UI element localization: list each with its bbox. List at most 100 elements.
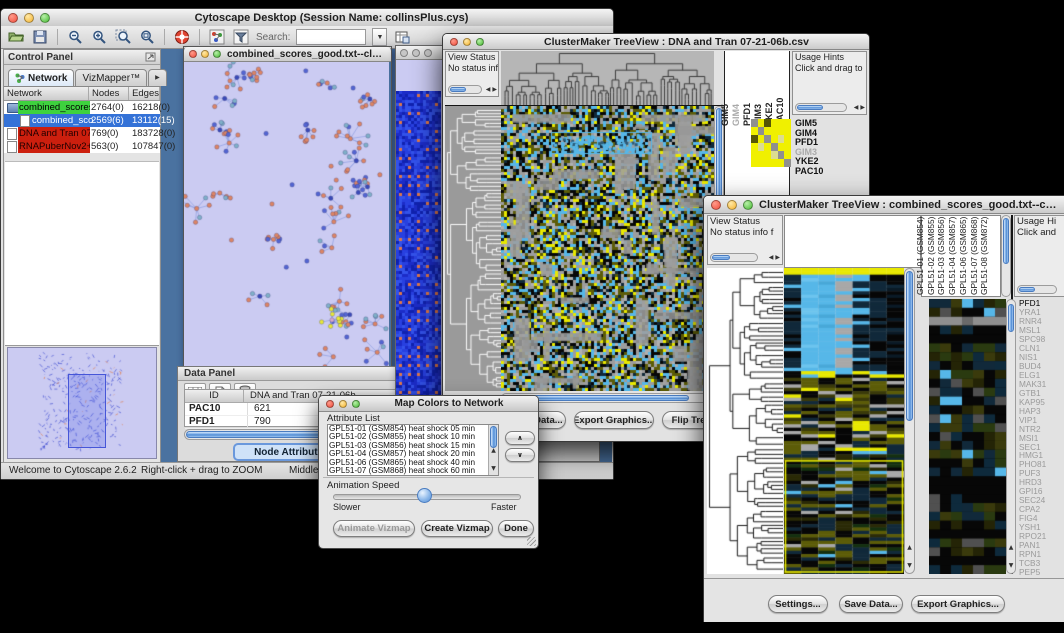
search-dropdown-icon[interactable]: ▼ [372, 28, 387, 46]
heatmap-cell[interactable] [778, 127, 785, 135]
column-header-network[interactable]: Network [4, 87, 89, 100]
network-table-header[interactable]: Network Nodes Edges [4, 87, 160, 101]
heatmap-cell[interactable] [778, 151, 785, 159]
heatmap-cell[interactable] [764, 127, 771, 135]
heatmap-cell[interactable] [778, 143, 785, 151]
minimize-icon[interactable] [201, 50, 209, 58]
network-window-2-title-bar[interactable] [396, 46, 443, 60]
scroll-arrows[interactable]: ▲▼ [1007, 536, 1015, 572]
export-graphics-button[interactable]: Export Graphics... [574, 411, 654, 429]
move-attribute-down-button[interactable]: ∨ [505, 448, 535, 462]
minimize-icon[interactable] [24, 13, 34, 23]
scroll-up-icon[interactable]: ▲ [907, 544, 912, 551]
minimize-icon[interactable] [412, 49, 420, 57]
column-dendrogram-canvas[interactable] [501, 51, 714, 105]
search-input[interactable] [296, 29, 366, 45]
attribute-list[interactable]: GPL51-01 (GSM854) heat shock 05 minGPL51… [327, 424, 499, 476]
heatmap-cell[interactable] [751, 143, 758, 151]
tab-vizmapper[interactable]: VizMapper™ [75, 69, 147, 86]
import-table-icon[interactable] [393, 28, 411, 46]
scroll-arrows[interactable]: ◀▶ [769, 254, 780, 262]
network-tree-row[interactable]: DNA and Tran 07769(0)183728(0) [4, 127, 160, 140]
heatmap-vscrollbar[interactable]: ▲▼ [904, 268, 915, 574]
scroll-arrows[interactable]: ◀▶ [854, 104, 865, 112]
create-vizmap-button[interactable]: Create Vizmap [421, 520, 493, 537]
scroll-left-icon[interactable]: ◀ [769, 254, 774, 262]
column-header-nodes[interactable]: Nodes [89, 87, 129, 100]
save-data-button[interactable]: Save Data... [839, 595, 903, 613]
move-attribute-up-button[interactable]: ∧ [505, 431, 535, 445]
heatmap-cell[interactable] [771, 159, 778, 167]
heatmap-canvas[interactable] [784, 268, 904, 574]
network-window-title-bar[interactable]: combined_scores_good.txt--cluste... [184, 47, 391, 62]
scrollbar-thumb[interactable] [1019, 287, 1035, 292]
scroll-right-icon[interactable]: ▶ [492, 86, 497, 94]
treeview2-title-bar[interactable]: ClusterMaker TreeView : combined_scores_… [704, 196, 1064, 214]
column-header-id[interactable]: ID [185, 390, 244, 402]
heatmap-cell[interactable] [751, 159, 758, 167]
scrollbar-thumb[interactable] [797, 105, 823, 110]
heatmap-cell[interactable] [784, 159, 791, 167]
heatmap-cell[interactable] [771, 143, 778, 151]
scrollbar-thumb[interactable] [712, 255, 730, 260]
open-folder-icon[interactable] [7, 28, 25, 46]
float-panel-icon[interactable] [145, 52, 156, 62]
zoom-window-icon[interactable] [424, 49, 432, 57]
heatmap-cell[interactable] [764, 143, 771, 151]
heatmap-cell[interactable] [751, 135, 758, 143]
scroll-arrows[interactable]: ▲▼ [489, 439, 498, 475]
scroll-right-icon[interactable]: ▶ [775, 254, 780, 262]
row-dendrogram-canvas[interactable] [707, 268, 783, 574]
scroll-down-icon[interactable]: ▼ [1009, 562, 1014, 569]
column-header-edges[interactable]: Edges [129, 87, 160, 100]
network-tree-row[interactable]: combined_scores_2764(0)16218(0) [4, 101, 160, 114]
column-labels-vscrollbar[interactable] [1001, 215, 1011, 297]
save-icon[interactable] [31, 28, 49, 46]
resize-grip[interactable] [527, 537, 536, 546]
heatmap-cell[interactable] [764, 135, 771, 143]
heatmap-cell[interactable] [784, 119, 791, 127]
zoom-window-icon[interactable] [743, 200, 753, 210]
close-icon[interactable] [326, 400, 334, 408]
heatmap-cell[interactable] [778, 135, 785, 143]
usage-hints-hscrollbar[interactable] [1017, 285, 1057, 294]
help-lifering-icon[interactable] [173, 28, 191, 46]
heatmap-cell[interactable] [764, 151, 771, 159]
dialog-title-bar[interactable]: Map Colors to Network [319, 396, 538, 412]
zoom-heatmap-canvas[interactable] [929, 299, 1006, 574]
heatmap-cell[interactable] [771, 151, 778, 159]
heatmap-cell[interactable] [778, 119, 785, 127]
heatmap-canvas[interactable] [501, 106, 714, 391]
tab-network[interactable]: Network [8, 69, 74, 86]
zoom-selected-icon[interactable] [114, 28, 132, 46]
dense-network-canvas[interactable] [396, 91, 441, 427]
settings-button[interactable]: Settings... [768, 595, 828, 613]
scroll-arrows[interactable]: ◀▶ [486, 86, 497, 94]
scrollbar-thumb[interactable] [1003, 218, 1009, 264]
zoom-window-icon[interactable] [352, 400, 360, 408]
heatmap-cell[interactable] [758, 119, 765, 127]
scroll-up-icon[interactable]: ▲ [1009, 544, 1014, 551]
heatmap-cell[interactable] [771, 127, 778, 135]
scroll-left-icon[interactable]: ◀ [486, 86, 491, 94]
heatmap-cell[interactable] [764, 159, 771, 167]
heatmap-cell[interactable] [758, 159, 765, 167]
close-icon[interactable] [450, 38, 458, 46]
heatmap-cell[interactable] [758, 143, 765, 151]
heatmap-cell[interactable] [751, 119, 758, 127]
scroll-down-icon[interactable]: ▼ [907, 562, 912, 569]
close-icon[interactable] [711, 200, 721, 210]
zoom-in-icon[interactable] [90, 28, 108, 46]
column-dendrogram-area[interactable] [784, 215, 921, 268]
scrollbar-thumb[interactable] [450, 87, 466, 92]
treeview1-title-bar[interactable]: ClusterMaker TreeView : DNA and Tran 07-… [443, 34, 869, 50]
heatmap-cell[interactable] [758, 127, 765, 135]
slider-thumb[interactable] [417, 488, 432, 503]
attribute-list-item[interactable]: GPL51-07 (GSM868) heat shock 60 min [329, 467, 488, 475]
mini-heatmap[interactable] [751, 119, 791, 167]
close-icon[interactable] [400, 49, 408, 57]
network-tree-row[interactable]: combined_sco2569(6)13112(15) [4, 114, 160, 127]
scroll-arrows[interactable]: ▲▼ [905, 536, 914, 572]
zoom-window-icon[interactable] [476, 38, 484, 46]
network-canvas[interactable] [184, 62, 389, 368]
